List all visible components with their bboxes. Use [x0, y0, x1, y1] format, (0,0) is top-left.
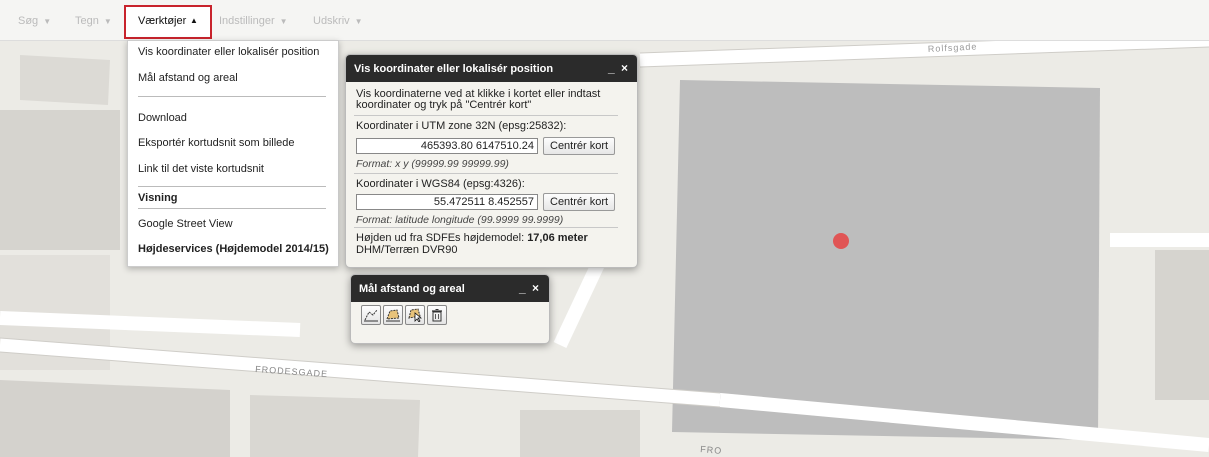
menu-divider [138, 96, 326, 97]
caret-up-icon: ▲ [190, 16, 198, 25]
menu-draw[interactable]: Tegn ▼ [75, 13, 112, 29]
select-measure-icon [408, 308, 422, 322]
measure-panel: Mål afstand og areal _ × [350, 274, 550, 344]
measure-distance-button[interactable] [361, 305, 381, 325]
building [0, 380, 230, 457]
menu-settings[interactable]: Indstillinger ▼ [219, 13, 288, 29]
menu-divider [138, 208, 326, 209]
height-reference: DHM/Terræn DVR90 [356, 244, 458, 256]
menu-item-measure[interactable]: Mål afstand og areal [138, 72, 238, 84]
building [0, 110, 120, 250]
menu-item-export-image[interactable]: Eksportér kortudsnit som billede [138, 137, 295, 149]
measure-panel-title: Mål afstand og areal [359, 283, 465, 295]
menu-print[interactable]: Udskriv ▼ [313, 13, 363, 29]
wgs84-center-map-button[interactable]: Centrér kort [543, 193, 616, 211]
menu-item-link[interactable]: Link til det viste kortudsnit [138, 163, 264, 175]
measure-area-button[interactable] [383, 305, 403, 325]
panel-divider [354, 227, 618, 228]
delete-measurements-button[interactable] [427, 305, 447, 325]
menu-settings-label: Indstillinger [219, 15, 275, 27]
coordinates-panel-title: Vis koordinater eller lokalisér position [354, 63, 554, 75]
menu-search-label: Søg [18, 15, 39, 27]
utm-center-map-button[interactable]: Centrér kort [543, 137, 616, 155]
wgs84-coordinate-input[interactable] [356, 194, 538, 210]
menu-tools-label: Værktøjer [138, 15, 187, 27]
menu-search[interactable]: Søg ▼ [18, 13, 51, 29]
coordinates-panel-header[interactable]: Vis koordinater eller lokalisér position… [346, 55, 637, 82]
main-toolbar: Søg ▼ Tegn ▼ Værktøjer ▲ Indstillinger ▼ Ud… [0, 0, 1209, 41]
trash-icon [432, 309, 442, 322]
wgs84-label: Koordinater i WGS84 (epsg:4326): [356, 178, 525, 190]
height-value: 17,06 meter [527, 232, 588, 244]
building [20, 55, 110, 105]
menu-draw-label: Tegn [75, 15, 99, 27]
coordinates-panel: Vis koordinater eller lokalisér position… [345, 54, 638, 268]
measure-panel-header[interactable]: Mål afstand og areal _ × [351, 275, 549, 302]
height-prefix: Højden ud fra SDFEs højdemodel: [356, 232, 528, 244]
minimize-icon[interactable]: _ [608, 61, 615, 75]
panel-divider [354, 173, 618, 174]
menu-item-download[interactable]: Download [138, 112, 187, 124]
caret-down-icon: ▼ [279, 17, 288, 26]
utm-format-hint: Format: x y (99999.99 99999.99) [356, 158, 509, 170]
building [1155, 250, 1209, 400]
street-label-partial: FRO [700, 444, 723, 456]
minimize-icon[interactable]: _ [519, 281, 526, 295]
select-measurement-button[interactable] [405, 305, 425, 325]
coordinates-intro-line2: koordinater og tryk på "Centrér kort" [356, 99, 532, 111]
menu-item-show-coordinates[interactable]: Vis koordinater eller lokalisér position [138, 46, 319, 58]
measure-area-icon [386, 309, 400, 322]
menu-tools[interactable]: Værktøjer ▲ [124, 5, 212, 39]
measure-distance-icon [364, 309, 378, 322]
menu-item-height-services[interactable]: Højdeservices (Højdemodel 2014/15) [138, 243, 329, 255]
building [250, 395, 420, 457]
tools-dropdown-menu: Vis koordinater eller lokalisér position… [127, 40, 339, 267]
caret-down-icon: ▼ [43, 17, 52, 26]
menu-print-label: Udskriv [313, 15, 350, 27]
building [672, 80, 1100, 440]
caret-down-icon: ▼ [103, 17, 112, 26]
building [520, 410, 640, 457]
menu-divider [138, 186, 326, 187]
caret-down-icon: ▼ [354, 17, 363, 26]
utm-coordinate-input[interactable] [356, 138, 538, 154]
menu-section-view: Visning [138, 192, 178, 204]
height-info: Højden ud fra SDFEs højdemodel: 17,06 me… [356, 233, 588, 244]
utm-label: Koordinater i UTM zone 32N (epsg:25832): [356, 120, 567, 132]
panel-divider [354, 115, 618, 116]
location-marker[interactable] [833, 233, 849, 249]
close-icon[interactable]: × [621, 61, 628, 75]
menu-item-street-view[interactable]: Google Street View [138, 218, 233, 230]
wgs84-format-hint: Format: latitude longitude (99.9999 99.9… [356, 214, 564, 226]
close-icon[interactable]: × [532, 281, 539, 295]
